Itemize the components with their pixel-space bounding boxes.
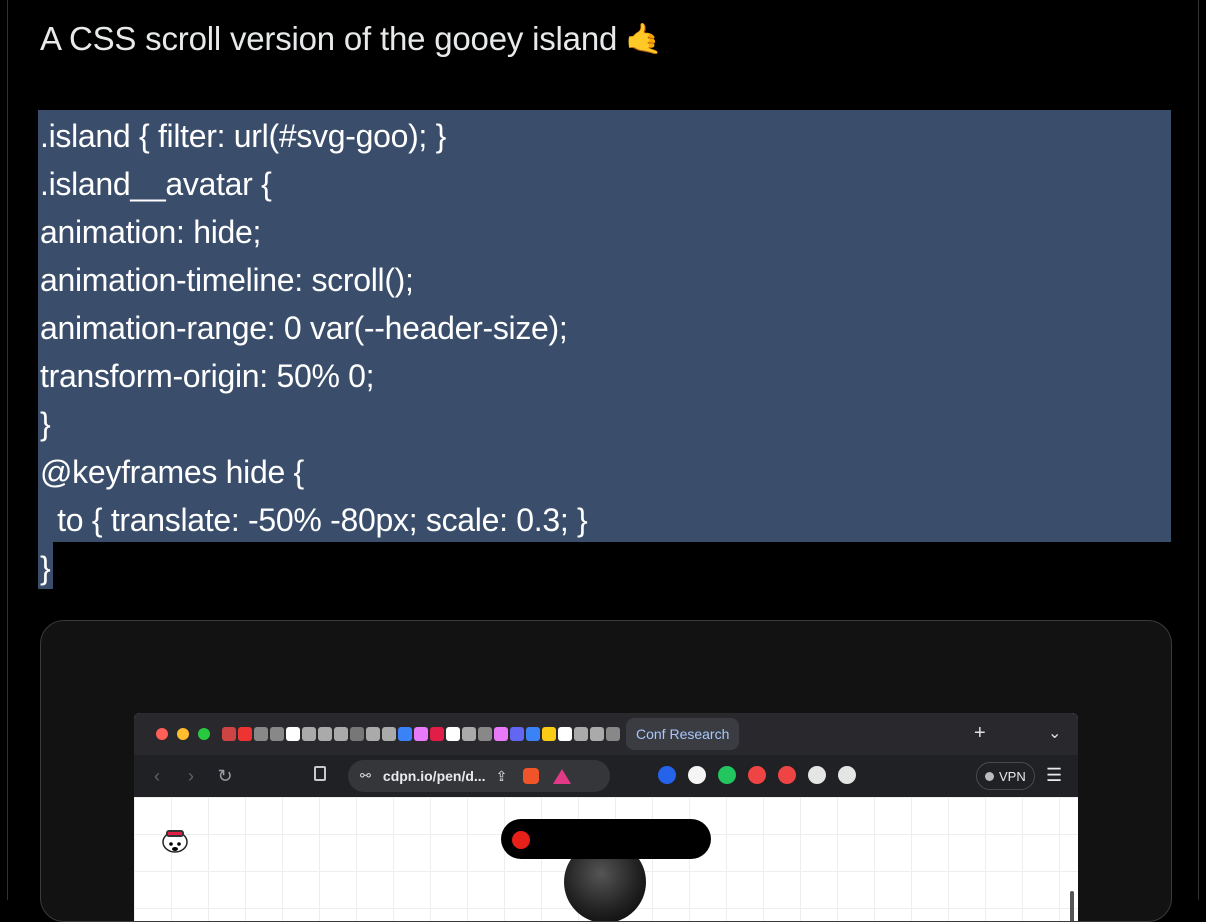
- tab-favicon-icon[interactable]: [334, 727, 348, 741]
- tab-favicon-icon[interactable]: [302, 727, 316, 741]
- tab-favicon-icon[interactable]: [526, 727, 540, 741]
- tab-favicon-icon[interactable]: [430, 727, 444, 741]
- extension-icon[interactable]: [658, 766, 676, 784]
- tab-favicon-icon[interactable]: [270, 727, 284, 741]
- address-bar[interactable]: ⚯ cdpn.io/pen/d... ⇪: [348, 760, 610, 792]
- tab-favicon-icon[interactable]: [558, 727, 572, 741]
- menu-icon[interactable]: ☰: [1046, 765, 1062, 786]
- new-tab-icon[interactable]: +: [974, 722, 986, 745]
- code-line: animation: hide;: [40, 214, 262, 250]
- tab-favicon-icon[interactable]: [446, 727, 460, 741]
- extension-icon[interactable]: [808, 766, 826, 784]
- close-window-button[interactable]: [156, 728, 168, 740]
- left-border: [7, 0, 8, 900]
- extension-icon[interactable]: [718, 766, 736, 784]
- code-line: .island__avatar {: [40, 166, 272, 202]
- vpn-label: VPN: [999, 768, 1026, 784]
- code-line: animation-timeline: scroll();: [40, 262, 414, 298]
- forward-icon[interactable]: ›: [174, 766, 208, 787]
- chevron-down-icon[interactable]: ⌄: [1048, 723, 1061, 743]
- tab-favicon-icon[interactable]: [254, 727, 268, 741]
- tab-favicon-icon[interactable]: [366, 727, 380, 741]
- tab-favicon-icon[interactable]: [478, 727, 492, 741]
- right-border: [1198, 0, 1199, 900]
- url-text: cdpn.io/pen/d...: [382, 768, 486, 784]
- tab-favicon-icon[interactable]: [238, 727, 252, 741]
- code-line: .island { filter: url(#svg-goo); }: [40, 118, 446, 154]
- browser-window: Conf Research + ⌄ ‹ › ↻ ⚯ cdpn.io/pen/d.…: [134, 713, 1078, 921]
- tab-bar: Conf Research + ⌄: [134, 713, 1078, 755]
- tab-favicon-icon[interactable]: [222, 727, 236, 741]
- tab-conf-research[interactable]: Conf Research: [626, 718, 740, 750]
- tab-favicon-icon[interactable]: [462, 727, 476, 741]
- call-me-hand-emoji-icon: 🤙: [625, 21, 663, 57]
- tab-favicon-icon[interactable]: [286, 727, 300, 741]
- brave-shields-icon[interactable]: [523, 768, 540, 784]
- post-code-block: .island { filter: url(#svg-goo); } .islan…: [40, 112, 588, 592]
- tab-favicon-icon[interactable]: [574, 727, 588, 741]
- tab-favicon-icon[interactable]: [382, 727, 396, 741]
- record-dot-icon: [512, 831, 530, 849]
- tab-favicon-icon[interactable]: [542, 727, 556, 741]
- tab-favicon-icon[interactable]: [318, 727, 332, 741]
- gooey-island: [501, 819, 711, 859]
- minimize-window-button[interactable]: [177, 728, 189, 740]
- code-line: animation-range: 0 var(--header-size);: [40, 310, 568, 346]
- tab-label: Conf Research: [636, 726, 730, 742]
- post-video[interactable]: Conf Research + ⌄ ‹ › ↻ ⚯ cdpn.io/pen/d.…: [40, 620, 1172, 922]
- back-icon[interactable]: ‹: [140, 766, 174, 787]
- tab-favicon-icon[interactable]: [606, 727, 620, 741]
- pinned-tabs: [222, 727, 620, 741]
- extension-icon[interactable]: [688, 766, 706, 784]
- code-line: transform-origin: 50% 0;: [40, 358, 375, 394]
- vpn-status-icon: [985, 771, 994, 781]
- extension-icon[interactable]: [748, 766, 766, 784]
- page-viewport: [134, 797, 1078, 921]
- brave-rewards-icon[interactable]: [553, 768, 572, 784]
- tab-favicon-icon[interactable]: [350, 727, 364, 741]
- extension-icon[interactable]: [778, 766, 796, 784]
- site-settings-icon[interactable]: ⚯: [360, 768, 371, 784]
- maximize-window-button[interactable]: [198, 728, 210, 740]
- browser-toolbar: ‹ › ↻ ⚯ cdpn.io/pen/d... ⇪ VPN ☰: [134, 755, 1078, 797]
- code-line: }: [40, 406, 51, 442]
- code-line: }: [40, 550, 51, 586]
- extension-icon[interactable]: [838, 766, 856, 784]
- bookmark-icon[interactable]: [314, 766, 326, 781]
- tab-favicon-icon[interactable]: [510, 727, 524, 741]
- vpn-button[interactable]: VPN: [976, 762, 1035, 790]
- reload-icon[interactable]: ↻: [208, 766, 242, 787]
- tab-favicon-icon[interactable]: [414, 727, 428, 741]
- scrollbar-thumb[interactable]: [1070, 891, 1074, 921]
- window-controls: [156, 728, 210, 740]
- code-line: @keyframes hide {: [40, 454, 304, 490]
- tab-favicon-icon[interactable]: [590, 727, 604, 741]
- code-line: to { translate: -50% -80px; scale: 0.3; …: [40, 502, 588, 538]
- tab-favicon-icon[interactable]: [398, 727, 412, 741]
- post-title-text: A CSS scroll version of the gooey island: [40, 20, 618, 57]
- small-avatar-icon: [162, 830, 188, 853]
- post-title: A CSS scroll version of the gooey island…: [40, 20, 662, 58]
- tab-favicon-icon[interactable]: [494, 727, 508, 741]
- extensions-row: [658, 766, 856, 784]
- share-icon[interactable]: ⇪: [496, 768, 508, 785]
